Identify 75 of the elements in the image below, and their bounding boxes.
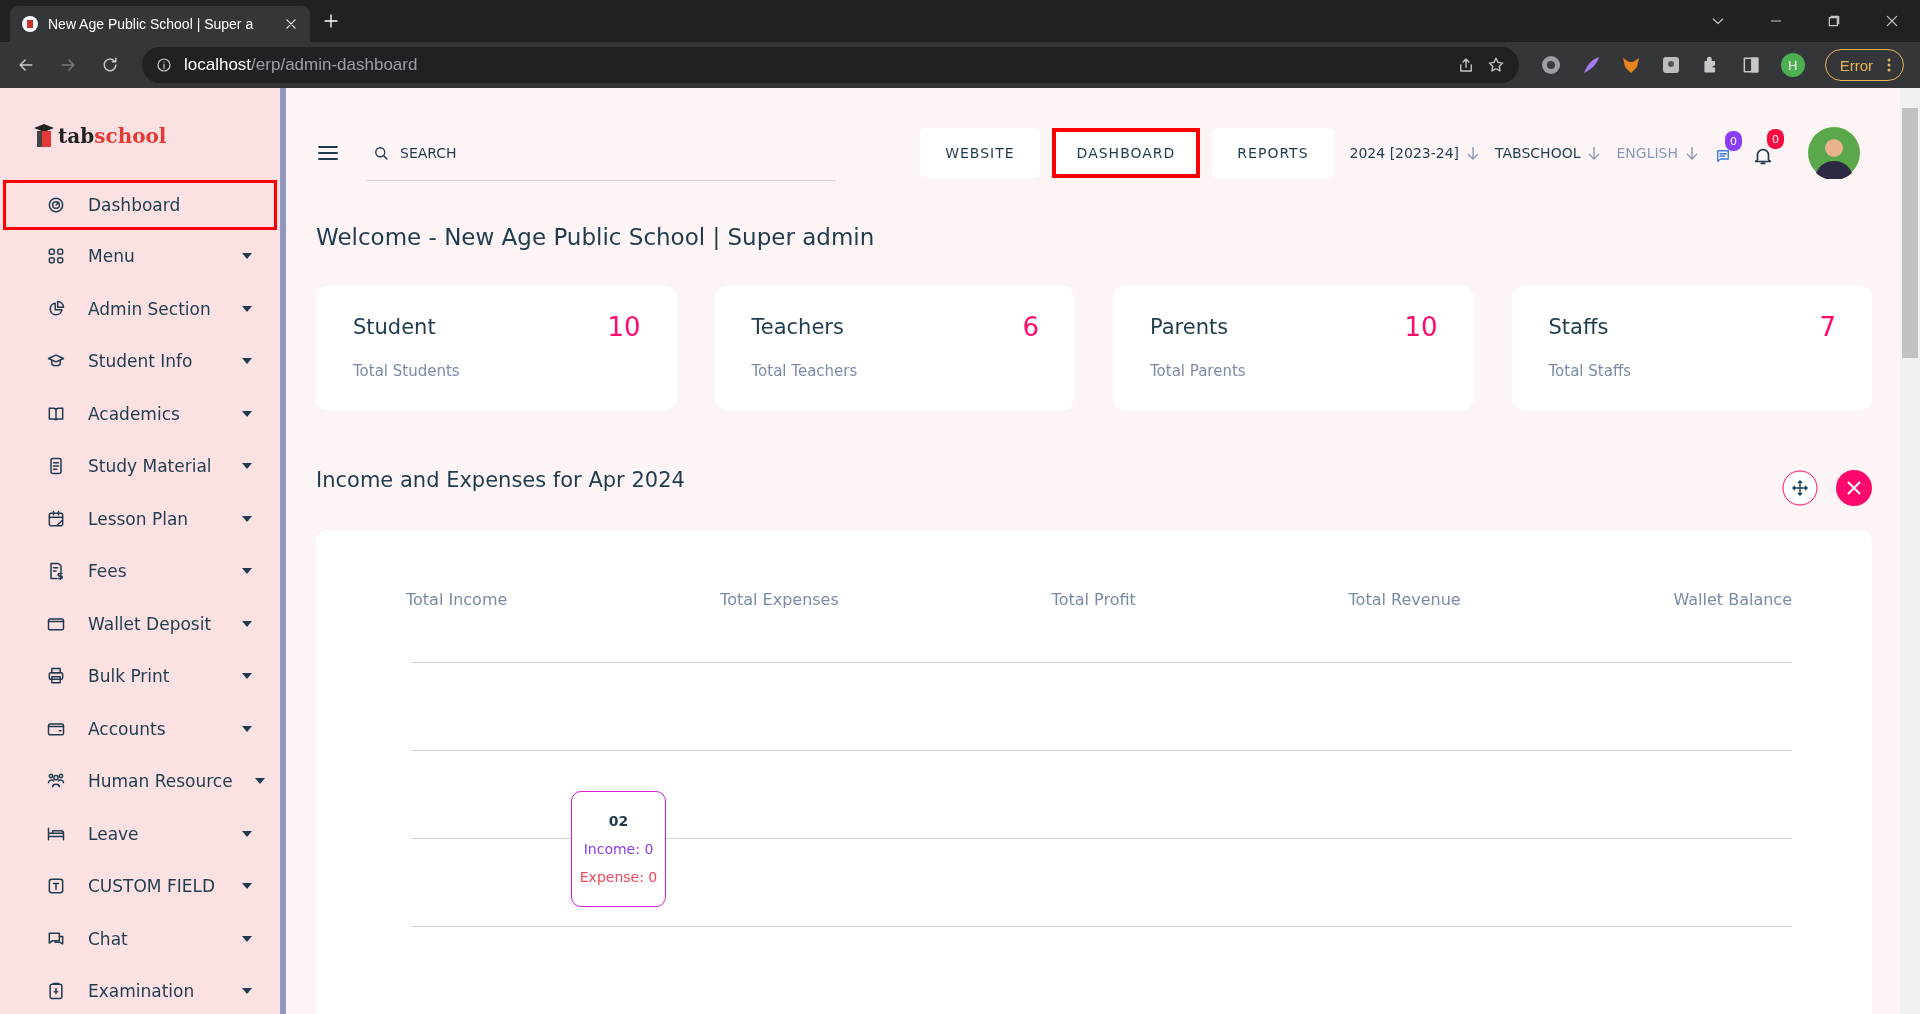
dropdown[interactable]: TABSCHOOL [1495,145,1601,161]
info-icon [156,57,172,73]
sidebar-item[interactable]: Study Material [3,440,277,493]
favicon-icon [22,16,38,32]
search-field[interactable]: SEARCH [398,138,698,168]
card-title: Staffs [1548,315,1609,339]
sidebar-item[interactable]: Leave [3,807,277,860]
sidebar-item[interactable]: Academics [3,387,277,440]
arrow-down-icon [1588,146,1601,160]
logo-text: tabschool [58,124,167,148]
sidebar-item[interactable]: Fees [3,545,277,598]
kebab-menu-icon [1887,58,1891,72]
nav-tab[interactable]: DASHBOARD [1051,128,1201,178]
sidebar-item[interactable]: Dashboard [3,180,277,230]
nav-tab[interactable]: REPORTS [1212,128,1334,178]
graduation-cap-icon [34,124,54,148]
sidebar-item[interactable]: Admin Section [3,282,277,335]
search-icon [372,144,390,162]
calendar-icon [46,508,66,529]
dropdown[interactable]: 2024 [2023-24] [1349,145,1480,161]
stat-value: 6 [1022,312,1039,342]
close-icon[interactable] [1884,13,1900,29]
tab-title: New Age Public School | Super a [48,16,255,32]
tooltip-expense: Expense: 0 [579,869,658,885]
stat-value: 7 [1819,312,1836,342]
scrollbar-thumb[interactable] [1902,108,1918,358]
tooltip-label: 02 [608,813,629,829]
sidebar-item[interactable]: CUSTOM FIELD [3,860,277,913]
section-title: Income and Expenses for Apr 2024 [316,468,685,492]
card-caption: Total Students [353,362,461,380]
sidebar-item[interactable]: Student Info [3,335,277,388]
clipboard-icon [46,981,66,1002]
sidebar-item[interactable]: Chat [3,912,277,965]
card-caption: Total Teachers [751,362,859,380]
summary-label: Total Expenses [720,590,839,609]
star-icon[interactable] [1486,56,1505,74]
sidebar-item[interactable]: Wallet Deposit [3,597,277,650]
avatar-icon[interactable] [1808,127,1860,179]
nav-tab[interactable]: WEBSITE [920,128,1040,178]
fox-icon[interactable] [1620,55,1641,75]
card-caption: Total Parents [1150,362,1247,380]
browser-tab[interactable]: New Age Public School | Super a [10,6,310,42]
address-field[interactable]: localhost/erp/admin-dashboard [142,47,1519,83]
card-title: Teachers [751,315,844,339]
stat-value: 10 [1404,312,1438,342]
summary-label: Total Profit [1051,590,1136,609]
close-icon[interactable] [284,17,298,31]
summary-label: Wallet Balance [1673,590,1792,609]
sidebar-item[interactable]: Bulk Print [3,650,277,703]
summary-label: Total Revenue [1348,590,1461,609]
move-button[interactable] [1782,470,1818,506]
count-badge: 0 [1725,131,1742,151]
extension-g-icon[interactable] [1540,55,1561,75]
sidebar-item[interactable]: Lesson Plan [3,492,277,545]
close-button[interactable] [1836,470,1872,506]
card-caption: Total Staffs [1548,362,1633,380]
gauge-icon [46,195,66,215]
arrow-down-icon [1467,146,1480,160]
url-text: localhost/erp/admin-dashboard [184,55,418,75]
chat-icon[interactable] [1714,147,1732,165]
sidebar-item[interactable]: Examination [3,965,277,1014]
sidebar-item[interactable]: Menu [3,230,277,283]
tooltip-income: Income: 0 [583,841,654,857]
welcome-heading: Welcome - New Age Public School | Super admin [316,224,876,250]
summary-label: Total Income [406,590,508,609]
count-badge: 0 [1767,129,1784,149]
card-title: Parents [1150,315,1229,339]
plus-icon[interactable] [322,12,340,30]
sidebar-item[interactable]: Human Resource [3,755,277,808]
arrow-down-icon [1686,146,1698,160]
stat-value: 10 [607,312,641,342]
extension-square-icon[interactable] [1660,55,1681,75]
card-title: Student [353,315,436,339]
restore-icon[interactable] [1826,13,1842,29]
sidebar-item[interactable]: Accounts [3,702,277,755]
